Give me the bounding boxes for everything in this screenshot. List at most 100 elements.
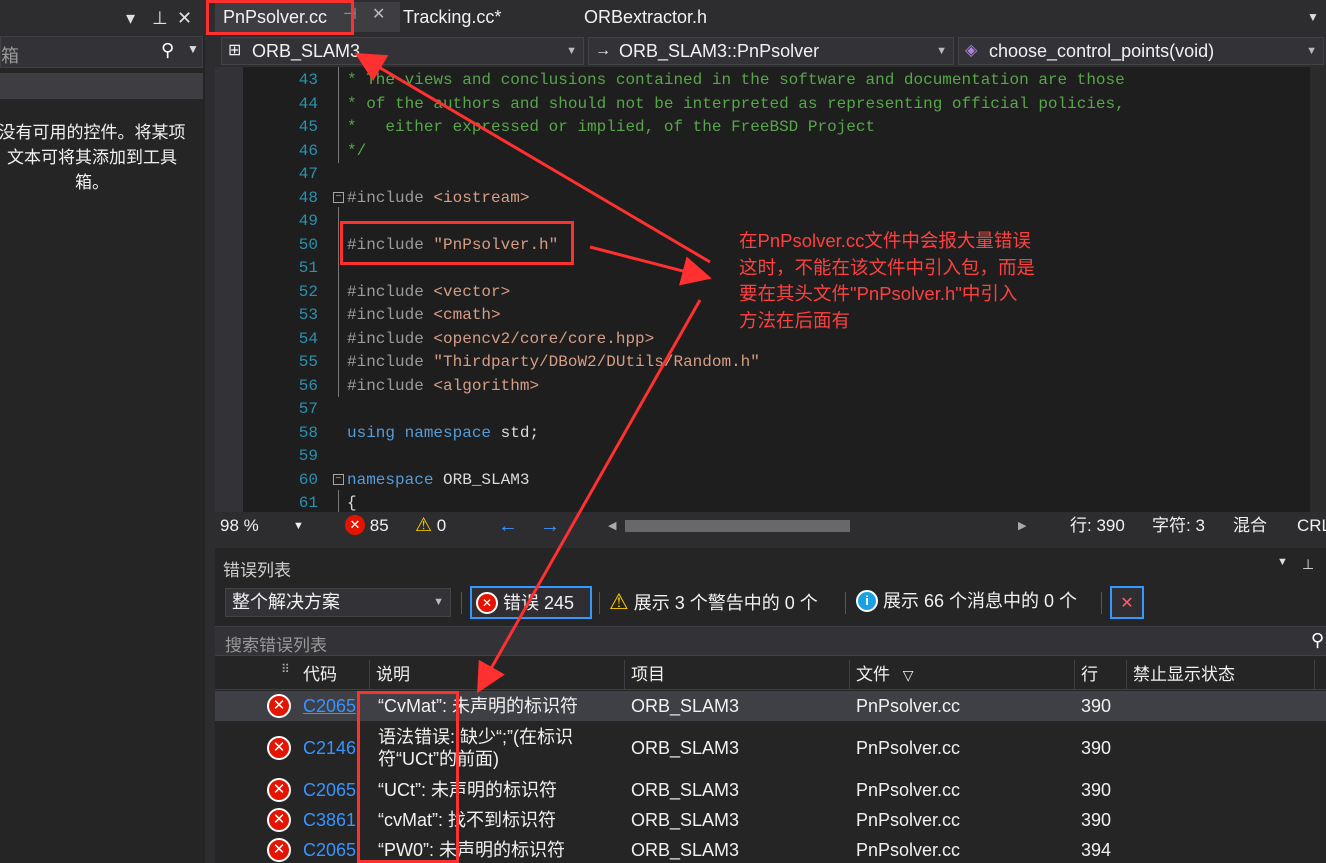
preprocessor-directive: #include xyxy=(347,376,434,395)
code-line[interactable]: 58 using namespace std; xyxy=(243,422,1326,446)
annotation-line: 要在其头文件"PnPsolver.h"中引入 xyxy=(739,283,1018,304)
error-count: 85 xyxy=(369,516,389,535)
code-line[interactable]: 46 */ xyxy=(243,140,1326,164)
indent-mode: 混合 xyxy=(1233,516,1267,535)
code-line[interactable]: 59 xyxy=(243,445,1326,469)
line-number: 47 xyxy=(298,165,318,183)
annotation-line: 这时，不能在该文件中引入包，而是 xyxy=(739,256,1036,278)
arrow-right-icon[interactable]: → xyxy=(540,512,560,540)
table-row[interactable]: ✕ C2065 “UCt”: 未声明的标识符 ORB_SLAM3 PnPsolver.c… xyxy=(215,775,1326,805)
code-text: #include "PnPsolver.h" xyxy=(347,234,558,258)
navigation-bar: ⊞ ORB_SLAM3 ▼ → ORB_SLAM3::PnPsolver ▼ ◈… xyxy=(215,35,1326,67)
member-dropdown[interactable]: ◈ choose_control_points(void) ▼ xyxy=(958,37,1324,65)
pin-icon[interactable]: ⊥ xyxy=(152,6,168,30)
error-code-link[interactable]: C3861 xyxy=(303,809,356,831)
errors-filter-label: 错误 245 xyxy=(503,593,575,613)
column-header-file[interactable]: 文件 ▽ xyxy=(850,660,1075,690)
error-icon: ✕ xyxy=(267,736,291,760)
search-icon[interactable]: ⚲ xyxy=(161,40,174,61)
error-code-link[interactable]: C2146 xyxy=(303,737,356,759)
code-line[interactable]: 47 xyxy=(243,163,1326,187)
scrollbar-thumb[interactable] xyxy=(625,520,850,532)
warnings-filter-button[interactable]: ⚠ 展示 3 个警告中的 0 个 xyxy=(609,586,839,619)
arrow-left-icon[interactable]: ← xyxy=(498,512,518,540)
toolbar-separator xyxy=(1101,592,1102,614)
scroll-right-icon[interactable]: ▶ xyxy=(1018,512,1026,540)
tab-orbextractor-h[interactable]: ORBextractor.h xyxy=(584,2,754,32)
pin-icon[interactable]: ⊣ xyxy=(343,0,357,30)
messages-filter-button[interactable]: i 展示 66 个消息中的 0 个 xyxy=(856,586,1096,619)
chevron-down-icon[interactable]: ▼ xyxy=(187,42,199,56)
fold-toggle-icon[interactable]: − xyxy=(333,473,344,485)
toolbox-group-bar[interactable] xyxy=(0,73,203,99)
project-label: ORB_SLAM3 xyxy=(252,41,361,61)
pin-icon[interactable]: ⊥ xyxy=(1302,556,1314,573)
error-list-panel: 错误列表 ▼ ⊥ 整个解决方案 ▼ ✕ 错误 245 ⚠ 展示 3 个警告中的 … xyxy=(215,548,1326,863)
column-header-description[interactable]: 说明 xyxy=(370,660,625,690)
zoom-level[interactable]: 98 % xyxy=(220,512,259,540)
code-text: #include <cmath> xyxy=(347,304,501,328)
document-tab-bar: PnPsolver.cc ⊣ ✕ Tracking.cc* ORBextract… xyxy=(215,0,1326,35)
close-icon[interactable]: ✕ xyxy=(372,0,385,30)
line-number: 44 xyxy=(298,94,318,113)
error-list-search-input[interactable]: 搜索错误列表 ⚲ xyxy=(215,626,1326,656)
line-number: 57 xyxy=(298,400,318,418)
column-header-suppression[interactable]: 禁止显示状态 xyxy=(1127,660,1315,690)
vertical-scrollbar[interactable] xyxy=(1310,67,1326,512)
code-line[interactable]: 48 − #include <iostream> xyxy=(243,187,1326,211)
chevron-down-icon[interactable]: ▼ xyxy=(293,512,304,540)
code-line[interactable]: 57 xyxy=(243,398,1326,422)
error-description-line: 语法错误: 缺少“;”(在标识 xyxy=(378,727,573,747)
scroll-left-icon[interactable]: ◀ xyxy=(608,512,616,540)
column-header-line[interactable]: 行 xyxy=(1075,660,1127,690)
column-options-icon[interactable]: ⠿ xyxy=(281,654,290,684)
chevron-down-icon: ▼ xyxy=(936,45,947,57)
editor-status-bar: 98 % ▼ ✕ 85 ⚠ 0 ← → ◀ ▶ 行: 390 字符: 3 混合 … xyxy=(215,512,1326,540)
error-count-indicator[interactable]: ✕ 85 xyxy=(345,512,389,540)
line-number: 43 xyxy=(298,71,318,89)
warning-count-indicator[interactable]: ⚠ 0 xyxy=(415,512,446,540)
outline-guide xyxy=(338,490,339,512)
table-row[interactable]: ✕ C2065 “CvMat”: 未声明的标识符 ORB_SLAM3 PnPsolver… xyxy=(215,691,1326,721)
header-spacer: ⠿ xyxy=(215,660,297,690)
comment-text: * of the authors and should not be inter… xyxy=(347,94,1125,113)
fold-toggle-icon[interactable]: − xyxy=(333,191,344,203)
errors-filter-button[interactable]: ✕ 错误 245 xyxy=(470,586,592,619)
code-line[interactable]: 44 * of the authors and should not be int… xyxy=(243,93,1326,117)
chevron-down-icon[interactable]: ▾ xyxy=(126,6,135,30)
project-dropdown[interactable]: ⊞ ORB_SLAM3 ▼ xyxy=(221,37,584,65)
code-line[interactable]: 60 − namespace ORB_SLAM3 xyxy=(243,469,1326,493)
code-line[interactable]: 55 #include "Thirdparty/DBoW2/DUtils/Rand… xyxy=(243,351,1326,375)
error-code-link[interactable]: C2065 xyxy=(303,695,356,717)
table-row[interactable]: ✕ C2146 语法错误: 缺少“;”(在标识 符“UCt”的前面) ORB_SLAM3… xyxy=(215,721,1326,775)
error-code-link[interactable]: C2065 xyxy=(303,779,356,801)
toolbar-separator xyxy=(845,592,846,614)
tab-tracking-cc[interactable]: Tracking.cc* xyxy=(403,2,573,32)
error-project: ORB_SLAM3 xyxy=(631,780,740,800)
keyword: namespace xyxy=(347,470,434,489)
scope-dropdown[interactable]: → ORB_SLAM3::PnPsolver ▼ xyxy=(588,37,954,65)
error-project: ORB_SLAM3 xyxy=(631,840,740,860)
column-header-project[interactable]: 项目 xyxy=(625,660,850,690)
scope-filter-dropdown[interactable]: 整个解决方案 ▼ xyxy=(225,588,451,617)
filter-build-icon[interactable]: ✕ xyxy=(1110,586,1144,619)
close-icon[interactable]: ✕ xyxy=(177,6,192,30)
tab-pnpsolver-cc[interactable]: PnPsolver.cc ⊣ ✕ xyxy=(215,2,400,32)
toolbox-header: ▾ ⊥ ✕ xyxy=(0,0,205,36)
chevron-down-icon[interactable]: ▼ xyxy=(1307,2,1319,32)
search-icon[interactable]: ⚲ xyxy=(1311,630,1324,651)
column-header-code[interactable]: 代码 xyxy=(297,660,370,690)
code-line[interactable]: 61 { xyxy=(243,492,1326,512)
table-row[interactable]: ✕ C3861 “cvMat”: 找不到标识符 ORB_SLAM3 PnPsolver.… xyxy=(215,805,1326,835)
toolbox-search-input[interactable]: 箱 ⚲ ▼ xyxy=(0,36,203,68)
code-line[interactable]: 56 #include <algorithm> xyxy=(243,375,1326,399)
error-description: 语法错误: 缺少“;”(在标识 符“UCt”的前面) xyxy=(378,726,573,770)
table-row[interactable]: ✕ C2065 “PW0”: 未声明的标识符 ORB_SLAM3 PnPsolver.c… xyxy=(215,835,1326,863)
error-code-link[interactable]: C2065 xyxy=(303,839,356,861)
panel-splitter[interactable] xyxy=(205,0,215,863)
chevron-down-icon[interactable]: ▼ xyxy=(1277,556,1288,568)
horizontal-scrollbar[interactable] xyxy=(625,520,1025,532)
code-line[interactable]: 45 * either expressed or implied, of the … xyxy=(243,116,1326,140)
code-line[interactable]: 43 * The views and conclusions contained … xyxy=(243,69,1326,93)
code-text: #include <opencv2/core/core.hpp> xyxy=(347,328,654,352)
